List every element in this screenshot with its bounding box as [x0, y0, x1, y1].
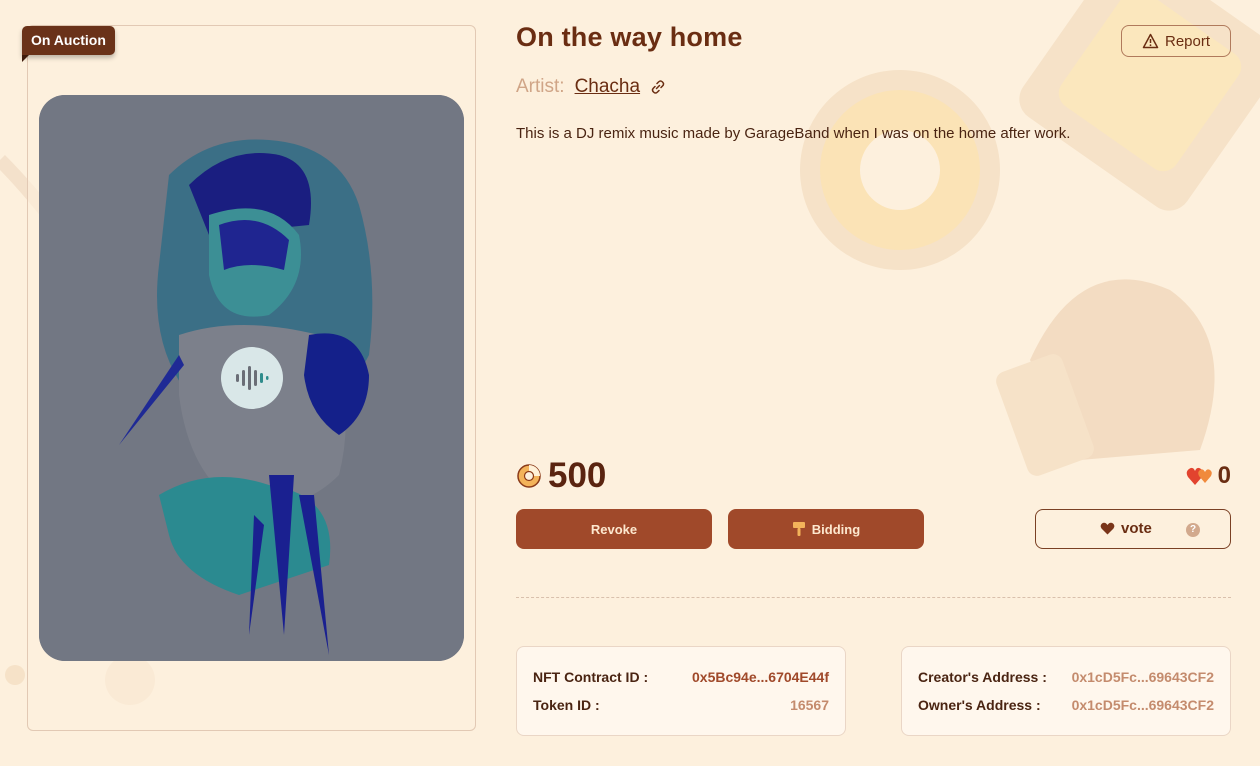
- contract-row: NFT Contract ID : 0x5Bc94e...6704E44f: [533, 669, 829, 685]
- creator-label: Creator's Address :: [918, 669, 1047, 685]
- help-icon[interactable]: ?: [1186, 523, 1200, 537]
- warning-icon: [1142, 33, 1159, 49]
- creator-address[interactable]: 0x1cD5Fc...69643CF2: [1072, 669, 1214, 685]
- nft-title: On the way home: [516, 22, 743, 52]
- likes-counter: 0: [1186, 462, 1231, 490]
- link-icon[interactable]: [650, 79, 666, 95]
- revoke-button[interactable]: Revoke: [516, 509, 712, 549]
- nft-description: This is a DJ remix music made by GarageB…: [516, 125, 1071, 142]
- artist-label: Artist:: [516, 76, 565, 97]
- likes-count: 0: [1217, 462, 1231, 489]
- address-info-box: Creator's Address : 0x1cD5Fc...69643CF2 …: [901, 646, 1231, 736]
- section-divider: [516, 597, 1231, 598]
- creator-row: Creator's Address : 0x1cD5Fc...69643CF2: [918, 669, 1214, 685]
- bidding-button[interactable]: Bidding: [728, 509, 924, 549]
- vote-label: vote: [1121, 520, 1152, 537]
- nft-detail-page: On Auction On the way home Report Artist…: [0, 0, 1260, 766]
- hammer-icon: [792, 522, 805, 536]
- report-label: Report: [1164, 32, 1211, 50]
- bidding-label: Bidding: [811, 521, 861, 537]
- audio-play-button[interactable]: [221, 347, 283, 409]
- token-row: Token ID : 16567: [533, 697, 829, 713]
- contract-label: NFT Contract ID :: [533, 669, 649, 685]
- report-button[interactable]: Report: [1121, 25, 1231, 57]
- token-value: 16567: [790, 697, 829, 713]
- owner-address[interactable]: 0x1cD5Fc...69643CF2: [1072, 697, 1214, 713]
- contract-value[interactable]: 0x5Bc94e...6704E44f: [692, 669, 829, 685]
- donut-coin-icon: [517, 464, 541, 488]
- artist-row: Artist: Chacha: [516, 76, 666, 98]
- heart-icon: [1100, 522, 1115, 535]
- price-value: 500: [548, 456, 607, 495]
- owner-row: Owner's Address : 0x1cD5Fc...69643CF2: [918, 697, 1214, 713]
- contract-info-box: NFT Contract ID : 0x5Bc94e...6704E44f To…: [516, 646, 846, 736]
- nft-artwork[interactable]: [39, 95, 464, 661]
- token-label: Token ID :: [533, 697, 600, 713]
- owner-label: Owner's Address :: [918, 697, 1041, 713]
- vote-button[interactable]: vote ?: [1035, 509, 1231, 549]
- revoke-label: Revoke: [590, 521, 638, 537]
- artist-name-link[interactable]: Chacha: [575, 76, 641, 98]
- status-ribbon: On Auction: [22, 26, 115, 62]
- vote-content: vote: [1100, 520, 1152, 537]
- audio-wave-icon: [236, 366, 269, 390]
- hearts-icon: [1186, 467, 1212, 485]
- price-row: 500: [516, 456, 606, 496]
